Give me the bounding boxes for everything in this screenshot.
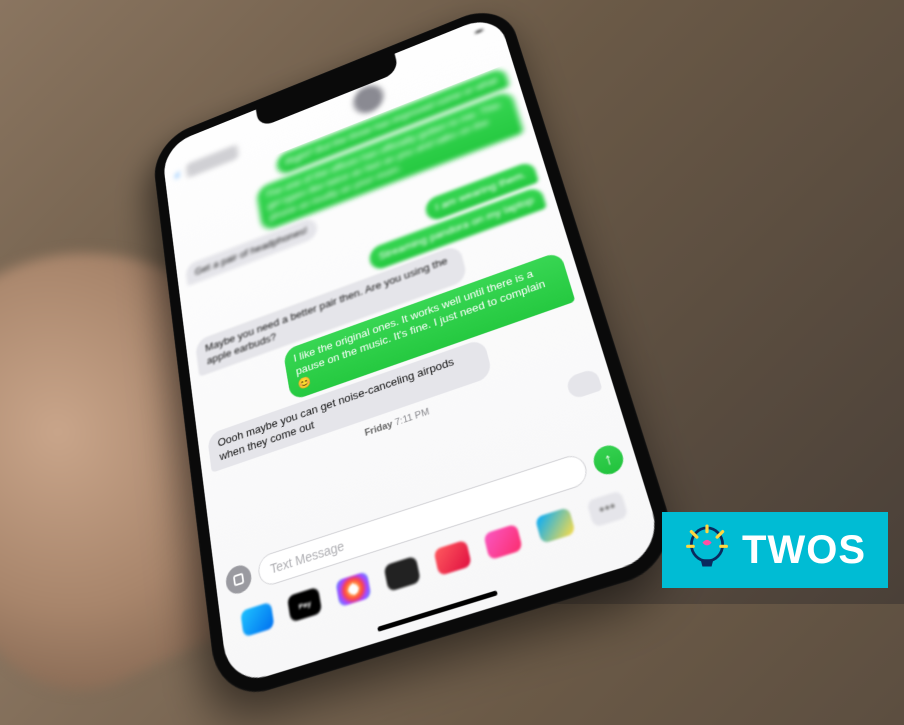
camera-icon[interactable] bbox=[224, 562, 253, 597]
digital-touch-icon[interactable] bbox=[384, 556, 421, 592]
home-indicator[interactable] bbox=[377, 590, 498, 632]
send-button[interactable]: ↑ bbox=[590, 442, 626, 478]
arrow-up-icon: ↑ bbox=[602, 450, 615, 471]
message-received[interactable]: Get a pair of headphones! bbox=[185, 216, 318, 287]
status-indicators: ••• bbox=[474, 26, 484, 37]
phone-screen: ••• ‹ Right? But the three has improved … bbox=[161, 12, 666, 687]
app-extra-icon[interactable] bbox=[535, 507, 576, 544]
photos-icon[interactable] bbox=[335, 571, 371, 607]
memoji-icon[interactable] bbox=[433, 540, 472, 577]
back-icon[interactable]: ‹ bbox=[174, 166, 181, 184]
apple-pay-icon[interactable]: Pay bbox=[287, 587, 322, 623]
message-partial[interactable] bbox=[565, 368, 602, 401]
app-store-icon[interactable] bbox=[240, 602, 274, 638]
more-apps-icon[interactable]: ••• bbox=[587, 490, 629, 527]
iphone-device: ••• ‹ Right? But the three has improved … bbox=[151, 0, 684, 705]
lightbulb-icon bbox=[684, 524, 730, 576]
music-icon[interactable] bbox=[483, 523, 523, 560]
watermark-brand: TWOS bbox=[662, 512, 888, 588]
brand-text: TWOS bbox=[742, 528, 866, 573]
